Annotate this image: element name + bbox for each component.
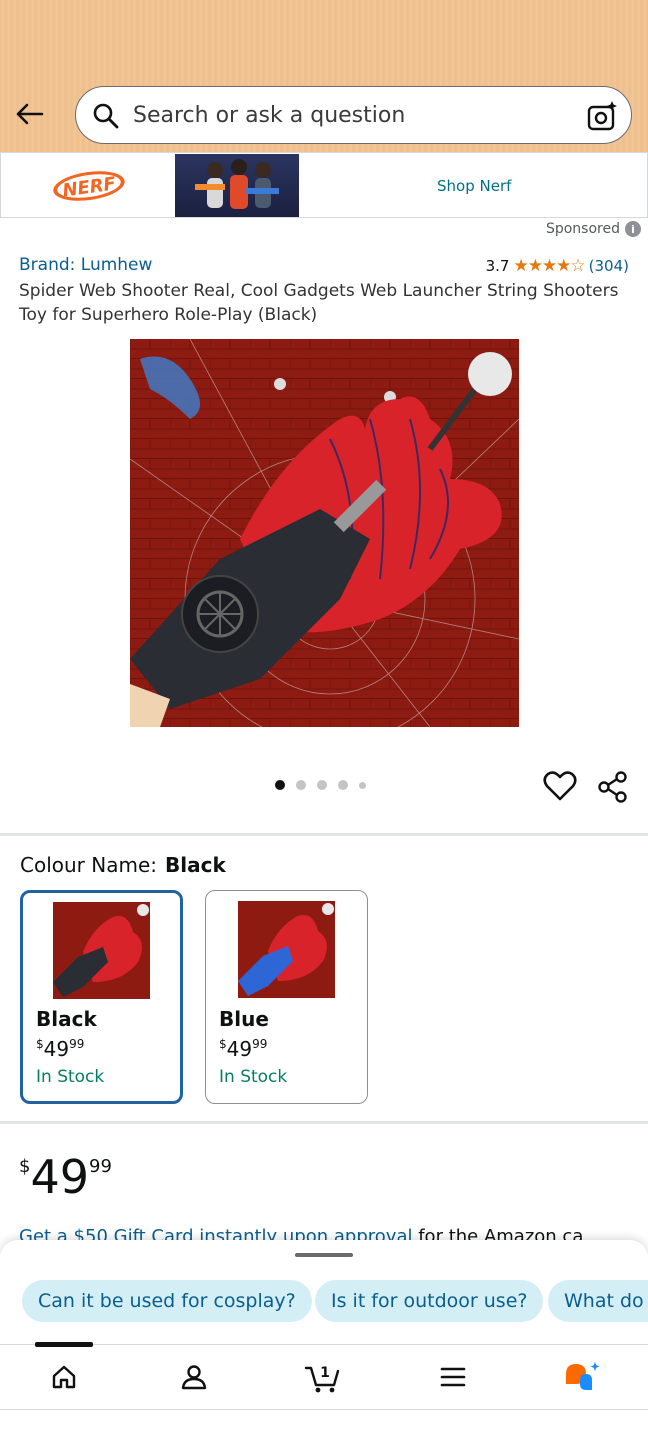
search-input[interactable]: Search or ask a question — [133, 103, 405, 128]
variant-name: Blue — [219, 1007, 269, 1031]
sponsored-label[interactable]: Sponsored i — [546, 221, 641, 237]
heart-icon[interactable] — [543, 770, 577, 802]
rating-count[interactable]: (304) — [589, 257, 629, 275]
svg-text:1: 1 — [320, 1365, 330, 1381]
section-divider — [0, 1121, 648, 1124]
variant-thumbnail — [53, 902, 150, 999]
back-arrow-icon[interactable] — [12, 96, 48, 132]
pager-dot[interactable] — [275, 780, 285, 790]
variant-thumbnail — [238, 901, 335, 998]
product-image[interactable] — [130, 339, 519, 727]
price-currency: $ — [19, 1156, 31, 1177]
suggestion-chip[interactable]: Can it be used for cosplay? — [22, 1280, 312, 1322]
star-rating-icon: ★★★★☆ — [513, 256, 585, 276]
suggestion-sheet[interactable]: Can it be used for cosplay? Is it for ou… — [0, 1240, 648, 1344]
camera-lens-icon[interactable] — [585, 99, 619, 133]
nerf-logo: NERF — [53, 171, 125, 202]
search-box[interactable]: Search or ask a question — [75, 86, 632, 144]
rating-summary[interactable]: 3.7 ★★★★☆ (304) — [486, 256, 629, 276]
pager-dot[interactable] — [317, 780, 327, 790]
sponsored-text: Sponsored — [545, 221, 620, 237]
search-icon — [93, 103, 119, 129]
account-icon[interactable] — [174, 1359, 214, 1395]
brand-link[interactable]: Brand: Lumhew — [19, 255, 152, 275]
sponsored-banner[interactable]: NERF Shop Nerf — [0, 152, 648, 218]
variant-black[interactable]: Black $4999 In Stock — [20, 890, 183, 1104]
cart-icon[interactable]: 1 — [303, 1359, 343, 1395]
variant-price: $4999 — [36, 1037, 85, 1061]
header-bar: Search or ask a question — [0, 0, 648, 152]
variant-price: $4999 — [219, 1037, 268, 1061]
rating-value: 3.7 — [485, 257, 510, 275]
info-icon[interactable]: i — [625, 221, 641, 237]
home-icon[interactable] — [44, 1359, 84, 1395]
colour-label: Colour Name: Black — [20, 853, 226, 877]
product-title: Spider Web Shooter Real, Cool Gadgets We… — [19, 281, 619, 325]
nerf-banner-image — [175, 154, 299, 217]
selected-colour: Black — [165, 853, 226, 877]
variant-stock: In Stock — [219, 1067, 288, 1087]
menu-icon[interactable] — [433, 1359, 473, 1395]
suggestion-chip[interactable]: Is it for outdoor use? — [315, 1280, 544, 1322]
pager-dot[interactable] — [359, 781, 366, 789]
product-price: $ 49 99 — [19, 1150, 112, 1204]
variant-name: Black — [36, 1007, 97, 1031]
shop-nerf-link[interactable]: Shop Nerf — [437, 177, 511, 195]
variant-stock: In Stock — [36, 1067, 105, 1087]
rufus-icon[interactable] — [562, 1359, 602, 1395]
section-divider — [0, 833, 648, 836]
pager-dot[interactable] — [338, 780, 348, 790]
variant-blue[interactable]: Blue $4999 In Stock — [205, 890, 368, 1104]
share-icon[interactable] — [598, 771, 628, 803]
suggestion-chip[interactable]: What do — [548, 1280, 648, 1322]
pager-dot[interactable] — [296, 780, 306, 790]
image-pager-dots[interactable] — [275, 780, 366, 790]
price-whole: 49 — [30, 1150, 89, 1204]
price-fraction: 99 — [89, 1156, 112, 1177]
bottom-nav: 1 — [0, 1342, 648, 1410]
nav-active-indicator — [35, 1342, 93, 1347]
colour-label-text: Colour Name: — [20, 853, 157, 877]
drag-handle[interactable] — [295, 1253, 353, 1257]
